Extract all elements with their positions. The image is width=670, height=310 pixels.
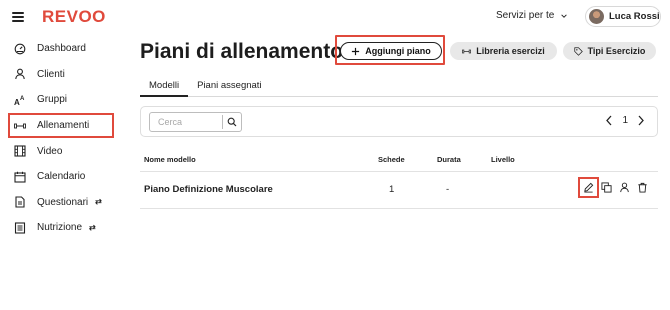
duplicate-icon[interactable] bbox=[600, 181, 613, 194]
sidebar-item-clienti[interactable]: Clienti bbox=[0, 62, 125, 88]
tag-icon bbox=[573, 46, 583, 56]
table-header: Nome modello Schede Durata Livello bbox=[140, 148, 658, 172]
sidebar-item-allenamenti[interactable]: Allenamenti bbox=[8, 112, 114, 139]
tab-modelli[interactable]: Modelli bbox=[140, 76, 189, 97]
sidebar-item-label: Calendario bbox=[37, 171, 86, 183]
sidebar-item-nutrizione[interactable]: Nutrizione ⇄ bbox=[0, 215, 125, 241]
search-icon[interactable] bbox=[223, 113, 241, 131]
sidebar-item-dashboard[interactable]: Dashboard bbox=[0, 36, 125, 62]
sidebar-item-gruppi[interactable]: AA Gruppi bbox=[0, 87, 125, 113]
plan-schede: 1 bbox=[389, 184, 395, 195]
sidebar-item-video[interactable]: Video bbox=[0, 138, 125, 164]
table-row[interactable]: Piano Definizione Muscolare 1 - bbox=[140, 172, 658, 209]
dashboard-icon bbox=[14, 43, 26, 55]
sidebar-item-calendario[interactable]: Calendario bbox=[0, 164, 125, 190]
trash-icon[interactable] bbox=[636, 181, 649, 194]
plans-table: Nome modello Schede Durata Livello Piano… bbox=[140, 148, 658, 209]
sidebar-item-questionari[interactable]: Questionari ⇄ bbox=[0, 190, 125, 216]
exercise-library-label: Libreria esercizi bbox=[476, 46, 545, 56]
app-logo[interactable]: REVOO bbox=[42, 7, 106, 27]
sidebar-item-label: Gruppi bbox=[37, 94, 68, 106]
sidebar-item-label: Questionari bbox=[37, 196, 89, 208]
svg-text:A: A bbox=[20, 96, 25, 102]
tab-piani-assegnati[interactable]: Piani assegnati bbox=[188, 76, 270, 97]
chevron-down-icon bbox=[561, 13, 568, 18]
filter-toolbar: 1 bbox=[140, 106, 658, 137]
sidebar-item-label: Clienti bbox=[37, 68, 65, 80]
tab-bar: Modelli Piani assegnati bbox=[140, 76, 658, 97]
sidebar-item-label: Allenamenti bbox=[37, 120, 90, 132]
top-bar: REVOO Servizi per te Luca Rossi bbox=[0, 0, 670, 34]
sidebar-item-label: Nutrizione bbox=[37, 222, 83, 234]
document-icon bbox=[14, 196, 26, 208]
sidebar-item-label: Video bbox=[37, 145, 63, 157]
edit-icon[interactable] bbox=[578, 177, 599, 198]
user-name: Luca Rossi bbox=[609, 11, 660, 22]
page-title: Piani di allenamento bbox=[140, 40, 344, 63]
assign-user-icon[interactable] bbox=[618, 181, 631, 194]
avatar bbox=[589, 9, 604, 24]
next-page-icon[interactable] bbox=[637, 114, 645, 126]
pagination: 1 bbox=[605, 114, 645, 126]
sidebar-item-label: Dashboard bbox=[37, 43, 86, 55]
prev-page-icon[interactable] bbox=[605, 114, 613, 126]
plan-name[interactable]: Piano Definizione Muscolare bbox=[144, 184, 273, 195]
notebook-icon bbox=[14, 222, 26, 234]
search-input[interactable] bbox=[150, 117, 222, 127]
exercise-types-label: Tipi Esercizio bbox=[587, 46, 646, 56]
calendar-icon bbox=[14, 171, 26, 183]
exercise-types-button[interactable]: Tipi Esercizio bbox=[563, 42, 656, 60]
current-page: 1 bbox=[622, 114, 628, 126]
dumbbell-icon bbox=[14, 120, 26, 132]
sidebar: Dashboard Clienti AA Gruppi Allenamenti … bbox=[0, 36, 125, 241]
column-header-name[interactable]: Nome modello bbox=[144, 155, 196, 164]
plan-durata: - bbox=[446, 184, 450, 195]
add-plan-button[interactable]: Aggiungi piano bbox=[340, 42, 442, 60]
dumbbell-icon bbox=[462, 49, 472, 53]
group-icon: AA bbox=[14, 94, 26, 106]
column-header-durata[interactable]: Durata bbox=[437, 155, 461, 164]
row-actions bbox=[578, 177, 649, 198]
user-menu[interactable]: Luca Rossi bbox=[585, 6, 661, 27]
sync-icon: ⇄ bbox=[95, 197, 102, 207]
menu-icon[interactable] bbox=[12, 12, 24, 22]
user-icon bbox=[14, 68, 26, 80]
column-header-schede[interactable]: Schede bbox=[378, 155, 405, 164]
services-dropdown[interactable]: Servizi per te bbox=[496, 10, 568, 21]
film-icon bbox=[14, 145, 26, 157]
exercise-library-button[interactable]: Libreria esercizi bbox=[450, 42, 557, 60]
services-label: Servizi per te bbox=[496, 10, 555, 21]
add-plan-label: Aggiungi piano bbox=[365, 46, 431, 56]
search-box bbox=[149, 112, 242, 132]
sync-icon: ⇄ bbox=[89, 222, 96, 232]
plus-icon bbox=[352, 47, 360, 55]
column-header-livello[interactable]: Livello bbox=[491, 155, 515, 164]
